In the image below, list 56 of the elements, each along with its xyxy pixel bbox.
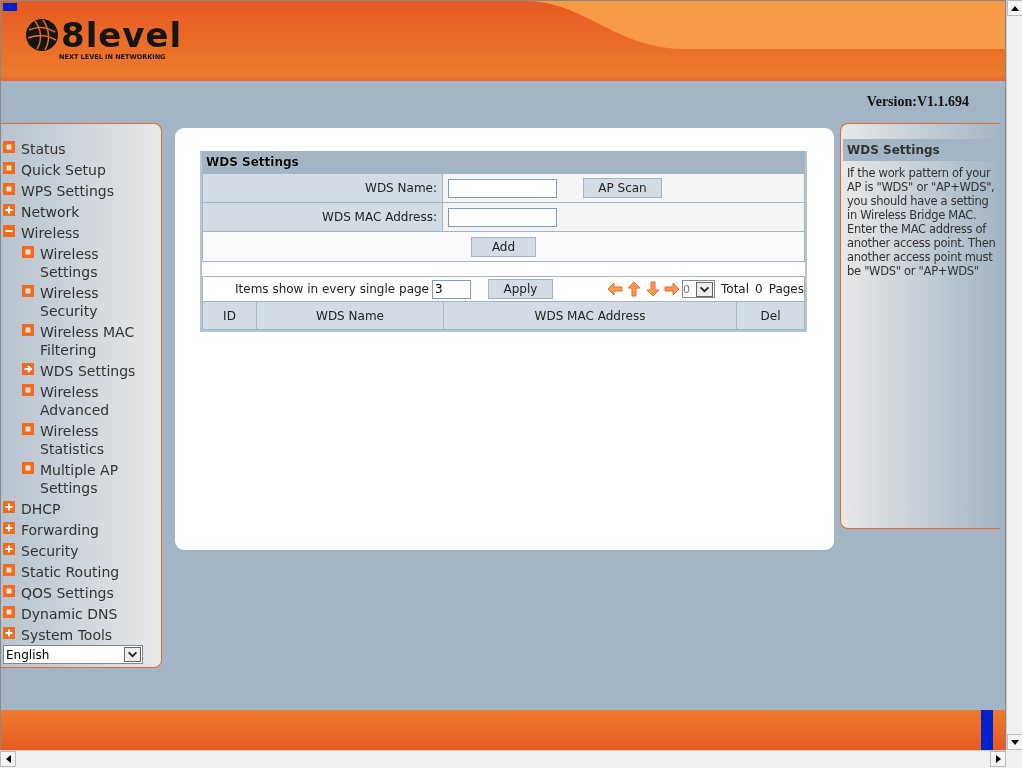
menu-item[interactable]: Security [21,542,79,560]
menu-item[interactable]: WPS Settings [21,182,115,200]
menu-item[interactable]: Wireless MAC Filtering [40,323,152,359]
globe-icon [25,18,59,52]
down-caret-icon[interactable] [1011,739,1019,745]
menu-item[interactable]: Wireless Settings [40,245,152,281]
menu-item[interactable]: Wireless Advanced [40,383,152,419]
menu-item[interactable]: Forwarding [21,521,99,539]
column-header: WDS Name [257,302,444,329]
menu-item[interactable]: Dynamic DNS [21,605,118,623]
menu-item[interactable]: Wireless Statistics [40,422,152,458]
apply-button[interactable]: Apply [488,279,553,299]
logo-wordmark: 8level [61,17,183,53]
corner-marker [3,3,17,11]
menu-item[interactable]: Multiple AP Settings [40,461,152,497]
menu-item[interactable]: Wireless [21,224,80,242]
field-label: WDS MAC Address: [322,210,437,224]
down-arrow-icon[interactable] [645,281,661,297]
help-text: If the work pattern of your AP is "WDS" or "AP+WDS", you should have a setting in Wireless Bridge MAC. Enter the MAC address of another access point. Then another access point must be "WDS" or "AP+WDS" [846,165,996,278]
total-count: 0 [755,282,763,296]
field-label: WDS Name: [365,181,437,195]
input-field[interactable] [448,178,557,198]
column-header: ID [203,302,257,329]
caret-icon[interactable] [124,647,141,662]
input-field[interactable] [448,207,557,227]
left-arrow-icon[interactable] [607,281,623,297]
scan-button[interactable]: AP Scan [583,178,662,198]
menu-item[interactable]: Status [21,140,66,158]
menu-item[interactable]: QOS Settings [21,584,114,602]
menu-item[interactable]: WDS Settings [40,362,136,380]
pages-label: Pages [768,282,804,296]
add-button[interactable]: Add [471,236,536,257]
pager-label: Items show in every single page [235,282,429,296]
right-arrow-icon[interactable] [664,281,680,297]
menu-item[interactable]: DHCP [21,500,61,518]
right-caret-icon[interactable] [995,755,1001,763]
up-caret-icon[interactable] [1011,5,1019,11]
version-label: Version:V1.1.694 [866,94,969,110]
menu-item[interactable]: Quick Setup [21,161,106,179]
menu-item[interactable]: Wireless Security [40,284,152,320]
horizontal-scrollbar[interactable] [0,750,1006,768]
left-caret-icon[interactable] [5,755,11,763]
column-header: Del [759,307,782,325]
section-title: WDS Settings [206,155,299,169]
caret-icon[interactable] [696,281,713,297]
per-page-field[interactable]: 3 [432,279,471,299]
column-header: WDS MAC Address [444,302,737,329]
menu-item[interactable]: Network [21,203,80,221]
vertical-scrollbar[interactable] [1006,0,1022,750]
language-select[interactable]: English [3,645,143,664]
total-label: Total [721,282,750,296]
up-arrow-icon[interactable] [626,281,642,297]
menu-item[interactable]: Static Routing [21,563,120,581]
menu-item[interactable]: System Tools [21,626,113,644]
footer-marker [981,710,993,750]
page-select[interactable]: 0 [682,280,715,298]
